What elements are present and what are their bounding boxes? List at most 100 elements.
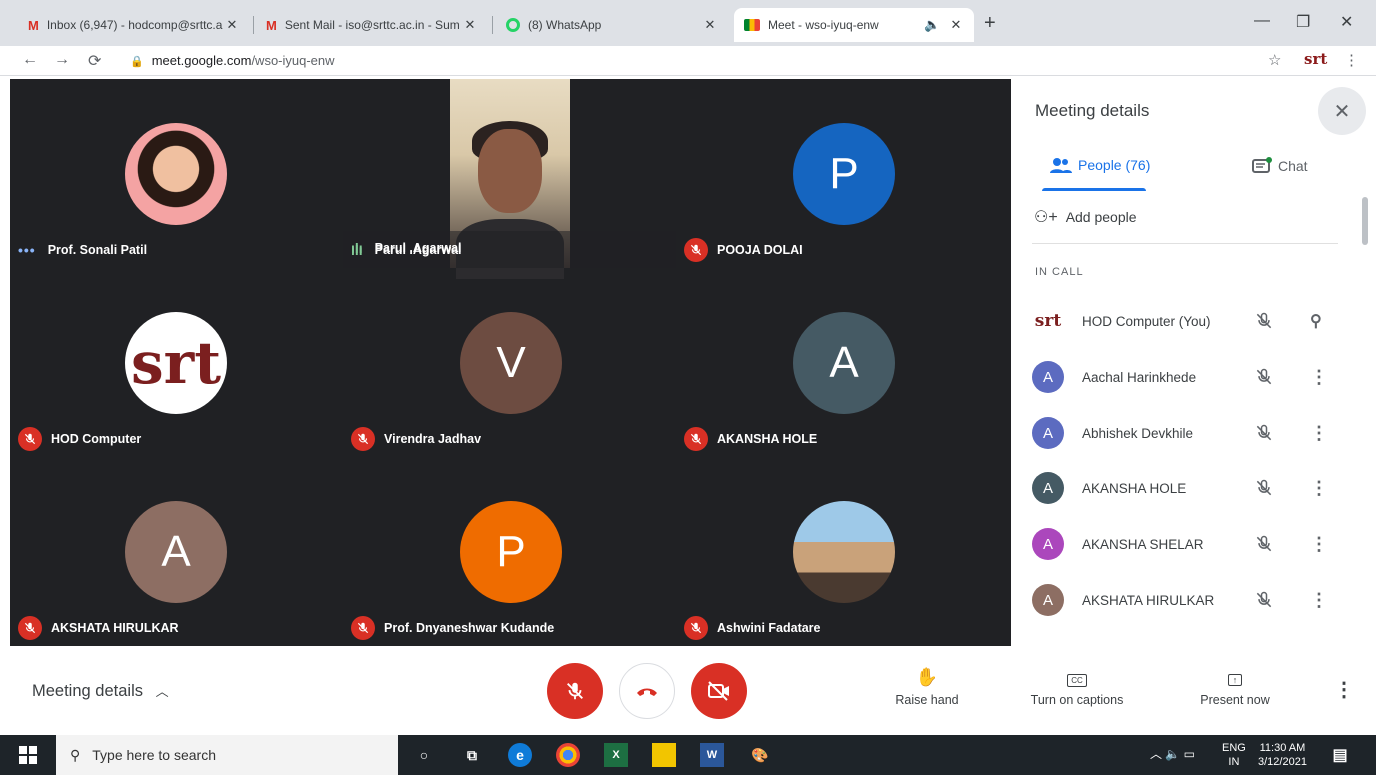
windows-start-icon[interactable] (16, 743, 40, 767)
avatar: A (1032, 417, 1064, 449)
chrome-icon[interactable] (556, 743, 580, 767)
participant-row[interactable]: A AKANSHA HOLE ⋮ (1032, 468, 1332, 508)
hand-icon: ✋ (915, 667, 939, 687)
camera-toggle-button[interactable] (691, 663, 747, 719)
close-tab-icon[interactable]: ✕ (462, 17, 478, 33)
participant-row[interactable]: A AKANSHA SHELAR ⋮ (1032, 524, 1332, 564)
mic-off-icon (18, 616, 42, 640)
forward-icon[interactable]: → (54, 51, 70, 69)
url-field[interactable]: 🔒 meet.google.com/wso-iyuq-enw (130, 53, 335, 68)
close-tab-icon[interactable]: ✕ (702, 17, 718, 33)
participant-name: AKANSHA HOLE (1082, 480, 1187, 496)
windows-taskbar: ⚲ Type here to search ○ ⧉ e X W 🎨 ︿ 🔈 ▭ … (0, 735, 1376, 775)
participant-row[interactable]: srt HOD Computer (You) ⚲ (1032, 301, 1332, 341)
participant-name: Abhishek Devkhile (1082, 425, 1194, 441)
raise-hand-label: Raise hand (895, 693, 959, 707)
leave-call-button[interactable] (619, 663, 675, 719)
more-options-icon[interactable]: ⋮ (1310, 423, 1328, 444)
raise-hand-button[interactable]: ✋ Raise hand (867, 667, 987, 707)
tab-chat[interactable]: Chat (1252, 157, 1308, 175)
cortana-icon[interactable]: ○ (412, 743, 436, 767)
tray-icons[interactable]: ︿ 🔈 ▭ (1150, 747, 1195, 761)
add-people-button[interactable]: ⚇+ Add people (1034, 207, 1137, 227)
close-window-icon[interactable]: ✕ (1340, 12, 1353, 32)
profile-avatar[interactable]: srt (1304, 50, 1327, 68)
gmail-icon: M (28, 17, 39, 33)
present-now-button[interactable]: ↑ Present now (1175, 667, 1295, 707)
mic-off-icon (684, 427, 708, 451)
tab-meet[interactable]: Meet - wso-iyuq-enw 🔈 ✕ (734, 8, 974, 42)
mic-off-icon (567, 682, 583, 700)
tab-sent-mail[interactable]: M Sent Mail - iso@srttc.ac.in - Sum ✕ (256, 8, 488, 42)
participant-tile[interactable]: V Virendra Jadhav (343, 268, 676, 457)
camera-off-icon (708, 681, 729, 701)
people-icon (1050, 158, 1072, 173)
speaker-icon[interactable]: 🔈 (924, 17, 940, 33)
participant-tile[interactable]: P POOJA DOLAI (676, 79, 1009, 268)
edge-icon[interactable]: e (508, 743, 532, 767)
mic-off-icon (351, 616, 375, 640)
participant-tile[interactable]: P Prof. Dnyaneshwar Kudande (343, 457, 676, 646)
avatar: A (1032, 361, 1064, 393)
participant-tile[interactable]: A AKSHATA HIRULKAR (10, 457, 343, 646)
excel-icon[interactable]: X (604, 743, 628, 767)
file-explorer-icon[interactable] (652, 743, 676, 767)
participant-row[interactable]: A Abhishek Devkhile ⋮ (1032, 413, 1332, 453)
back-icon[interactable]: ← (22, 51, 38, 69)
meeting-details-label: Meeting details (32, 682, 143, 700)
close-tab-icon[interactable]: ✕ (948, 17, 964, 33)
profile-photo (125, 123, 227, 225)
more-options-icon[interactable]: ⋮ (1334, 677, 1354, 702)
more-options-icon[interactable]: ⋮ (1310, 478, 1328, 499)
close-panel-button[interactable]: ✕ (1318, 87, 1366, 135)
letter-avatar: P (460, 501, 562, 603)
participant-tile[interactable]: ••• Prof. Sonali Patil (10, 79, 343, 268)
bookmark-star-icon[interactable]: ☆ (1268, 51, 1281, 69)
participant-row[interactable]: A AKSHATA HIRULKAR ⋮ (1032, 580, 1332, 620)
language-indicator[interactable]: ENG IN (1222, 741, 1246, 769)
clock[interactable]: 11:30 AM 3/12/2021 (1258, 741, 1307, 769)
participant-name: HOD Computer (You) (1082, 313, 1211, 329)
pin-icon[interactable]: ⚲ (1310, 311, 1322, 331)
tab-gmail-inbox[interactable]: M Inbox (6,947) - hodcomp@srttc.a ✕ (18, 8, 250, 42)
panel-scrollbar[interactable] (1362, 197, 1368, 245)
captions-icon: CC (1017, 667, 1137, 693)
tab-people-label: People (76) (1078, 157, 1151, 173)
more-options-icon[interactable]: ⋮ (1310, 590, 1328, 611)
tab-people[interactable]: People (76) (1050, 157, 1150, 173)
mic-off-icon (18, 427, 42, 451)
paint-icon[interactable]: 🎨 (748, 743, 772, 767)
new-tab-button[interactable]: + (984, 12, 996, 35)
chevron-up-icon: ︿ (155, 684, 169, 699)
meet-icon (744, 19, 760, 31)
taskbar-search-input[interactable]: ⚲ Type here to search (56, 735, 398, 775)
minimize-icon[interactable]: — (1254, 12, 1270, 30)
mic-off-icon (1256, 368, 1272, 385)
tab-title: Inbox (6,947) - hodcomp@srttc.a (46, 18, 223, 32)
captions-button[interactable]: CC Turn on captions (1017, 667, 1137, 707)
more-options-icon[interactable]: ⋮ (1310, 534, 1328, 555)
restore-icon[interactable]: ❐ (1296, 12, 1310, 32)
participant-row[interactable]: A Aachal Harinkhede ⋮ (1032, 357, 1332, 397)
meeting-details-panel: Meeting details ✕ People (76) Chat ⚇+ Ad… (1012, 79, 1376, 647)
notification-icon[interactable]: ▤ (1328, 743, 1352, 767)
participant-tile[interactable]: srt HOD Computer (10, 268, 343, 457)
avatar: A (1032, 584, 1064, 616)
tab-title: Meet - wso-iyuq-enw (768, 18, 879, 32)
word-icon[interactable]: W (700, 743, 724, 767)
present-label: Present now (1200, 693, 1270, 707)
meeting-details-toggle[interactable]: Meeting details ︿ (32, 681, 169, 701)
mic-off-icon (1256, 535, 1272, 552)
gmail-icon: M (266, 17, 277, 33)
more-options-icon[interactable]: ⋮ (1310, 367, 1328, 388)
participant-tile[interactable]: Ashwini Fadatare (676, 457, 1009, 646)
tab-whatsapp[interactable]: (8) WhatsApp ✕ (496, 8, 728, 42)
participant-name: Ashwini Fadatare (717, 621, 821, 635)
reload-icon[interactable]: ⟳ (88, 51, 101, 71)
mic-toggle-button[interactable] (547, 663, 603, 719)
participant-tile[interactable]: A AKANSHA HOLE (676, 268, 1009, 457)
task-view-icon[interactable]: ⧉ (460, 743, 484, 767)
browser-menu-icon[interactable]: ⋮ (1344, 51, 1359, 69)
letter-avatar: A (125, 501, 227, 603)
close-tab-icon[interactable]: ✕ (224, 17, 240, 33)
